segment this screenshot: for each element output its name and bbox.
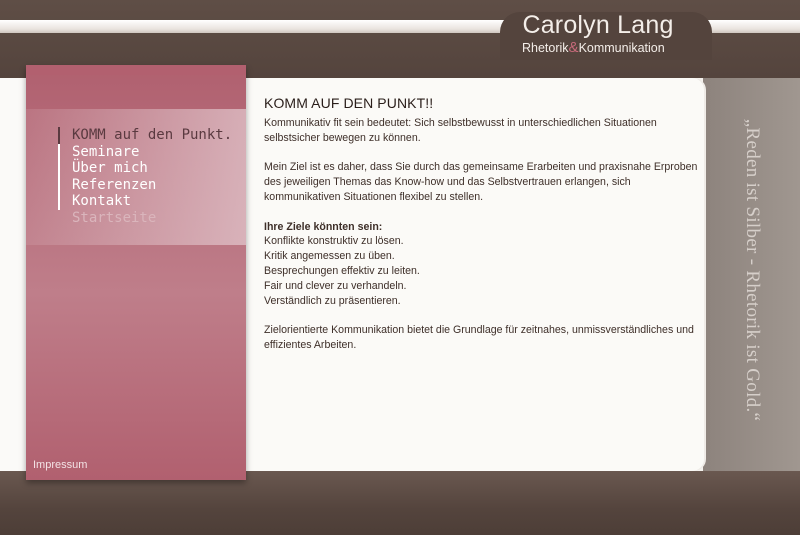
list-item: Konflikte konstruktiv zu lösen. [264,235,404,248]
sidebar-top-strip [26,65,246,75]
nav-marker [58,127,60,144]
list-item: Kritik angemessen zu üben. [264,250,395,263]
nav-label: Kontakt [72,193,132,210]
logo-tagline: Rhetorik&Kommunikation [522,40,692,56]
nav-label: Seminare [72,143,140,160]
page-title: KOMM AUF DEN PUNKT!! [264,95,434,111]
nav-item-seminare[interactable]: Seminare [58,143,244,161]
tagline-kommunikation: Kommunikation [578,41,665,55]
nav-marker [58,193,60,210]
nav-label: Startseite [72,209,157,226]
nav-item-ueber-mich[interactable]: Über mich [58,160,244,177]
nav-label: Referenzen [72,176,157,193]
sidebar: KOMM auf den Punkt. Seminare Über mich R… [26,65,246,480]
footer-band [0,471,800,535]
main-navigation: KOMM auf den Punkt. Seminare Über mich R… [58,127,244,227]
nav-marker [58,143,60,161]
list-item: Besprechungen effektiv zu leiten. [264,264,420,277]
tagline-ampersand: & [568,39,579,56]
nav-marker [58,176,60,194]
goals-list: Konflikte konstruktiv zu lösen. Kritik a… [264,234,709,308]
tagline-rhetorik: Rhetorik [522,41,569,55]
list-item: Fair und clever zu verhandeln. [264,279,407,292]
nav-marker [58,160,60,177]
nav-label: KOMM auf den Punkt. [72,127,233,143]
intro-paragraph: Kommunikativ fit sein bedeutet: Sich sel… [264,117,657,144]
main-content: KOMM AUF DEN PUNKT!! Kommunikativ fit se… [264,96,709,368]
logo-name[interactable]: Carolyn Lang [500,10,696,40]
goal-paragraph: Mein Ziel ist es daher, dass Sie durch d… [264,161,698,203]
nav-label: Über mich [72,160,148,177]
impressum-link[interactable]: Impressum [33,459,87,471]
closing-paragraph: Zielorientierte Kommunikation bietet die… [264,324,694,351]
nav-item-referenzen[interactable]: Referenzen [58,176,244,194]
goals-heading: Ihre Ziele könnten sein: [264,220,383,233]
list-item: Verständlich zu präsentieren. [264,294,401,307]
nav-item-komm[interactable]: KOMM auf den Punkt. [58,127,244,144]
slogan-quote: „Reden ist Silber - Rhetorik ist Gold.“ [742,118,763,422]
nav-item-kontakt[interactable]: Kontakt [58,193,244,210]
nav-item-startseite[interactable]: Startseite [58,210,244,227]
